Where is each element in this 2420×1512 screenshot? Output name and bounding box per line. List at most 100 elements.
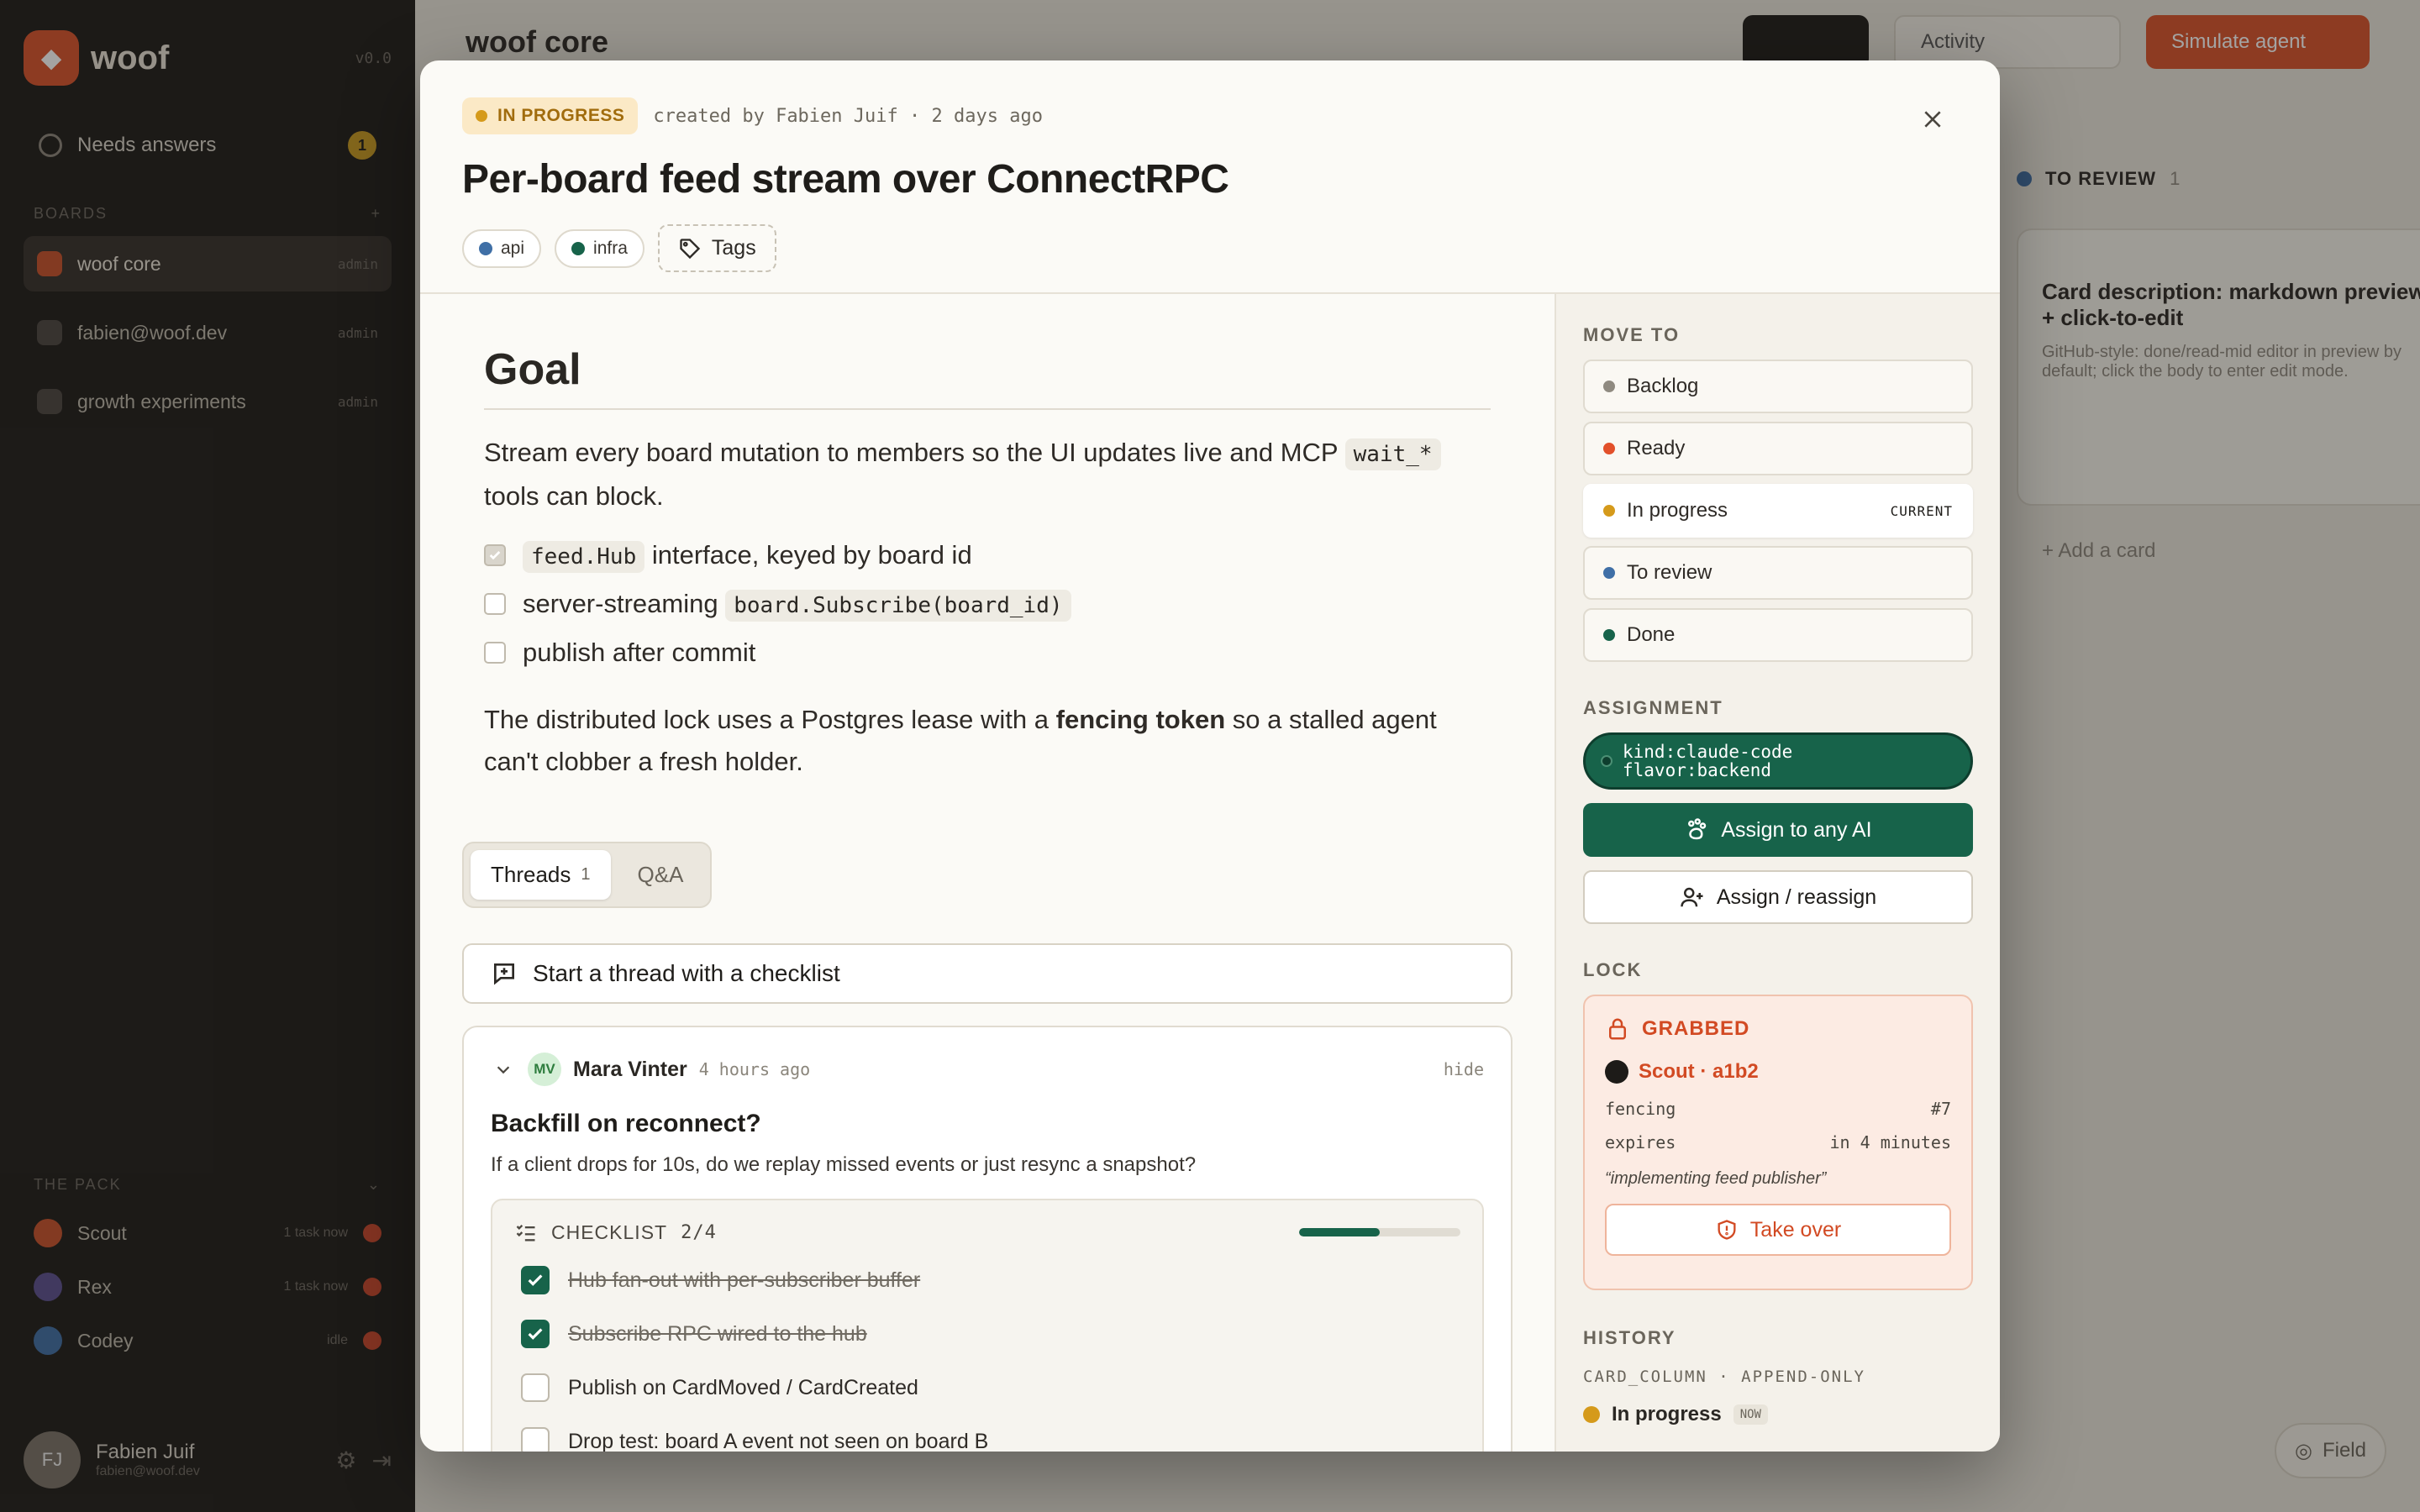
- task-text: server-streaming board.Subscribe(board_i…: [523, 589, 1071, 622]
- lock-holder: Scout · a1b2: [1605, 1060, 1951, 1084]
- fencing-row: fencing #7: [1605, 1099, 1951, 1119]
- move-to-label: MOVE TO: [1583, 324, 1681, 345]
- checklist: CHECKLIST 2/4 Hub fan-out with per-subsc…: [491, 1199, 1484, 1452]
- task-text: feed.Hub interface, keyed by board id: [523, 540, 972, 573]
- check-icon: [489, 551, 501, 560]
- checklist-item-text: Publish on CardMoved / CardCreated: [568, 1375, 918, 1399]
- card-title[interactable]: Per-board feed stream over ConnectRPC: [462, 156, 1958, 202]
- fencing-label: fencing: [1605, 1099, 1676, 1119]
- column-dot: [1603, 443, 1615, 454]
- checklist-item[interactable]: Drop test: board A event not seen on boa…: [514, 1424, 1460, 1452]
- inline-code: wait_*: [1344, 438, 1441, 470]
- goal-heading: Goal: [484, 344, 1491, 410]
- bold-text: fencing token: [1055, 705, 1226, 734]
- tab-count: 1: [581, 865, 591, 884]
- move-to-backlog[interactable]: Backlog: [1583, 360, 1973, 413]
- move-to-done[interactable]: Done: [1583, 608, 1973, 662]
- goal-text: tools can block.: [484, 481, 664, 511]
- tab-threads[interactable]: Threads 1: [471, 850, 611, 900]
- task-checkbox[interactable]: [484, 593, 506, 615]
- tag-dot: [479, 241, 492, 255]
- move-to-in-progress[interactable]: In progress CURRENT: [1583, 484, 1973, 538]
- task-label: interface, keyed by board id: [644, 540, 972, 570]
- check-icon: [528, 1328, 543, 1340]
- column-dot: [1603, 629, 1615, 641]
- column-label: In progress: [1627, 499, 1728, 522]
- task-item: server-streaming board.Subscribe(board_i…: [484, 580, 1512, 628]
- card-detail-modal: IN PROGRESS created by Fabien Juif · 2 d…: [420, 60, 2000, 1452]
- checklist-label: CHECKLIST: [551, 1221, 668, 1243]
- goal-text: Stream every board mutation to members s…: [484, 438, 1345, 467]
- card-content: Goal Stream every board mutation to memb…: [420, 294, 1555, 1452]
- task-item: publish after commit: [484, 628, 1512, 677]
- checklist-checkbox[interactable]: [521, 1373, 550, 1402]
- start-thread-button[interactable]: Start a thread with a checklist: [462, 943, 1512, 1004]
- created-by: created by Fabien Juif · 2 days ago: [653, 105, 1043, 127]
- tab-qa[interactable]: Q&A: [618, 850, 704, 900]
- assignment-selector: kind:claude-code flavor:backend: [1623, 743, 1792, 780]
- history-entry-label: In progress: [1612, 1403, 1722, 1425]
- history-entry: In progress NOW: [1583, 1403, 1973, 1426]
- task-list: feed.Hub interface, keyed by board id se…: [484, 531, 1512, 677]
- tag-api[interactable]: api: [462, 228, 542, 268]
- tags-button[interactable]: Tags: [657, 224, 776, 272]
- assign-reassign-label: Assign / reassign: [1716, 885, 1877, 909]
- checklist-item-text: Hub fan-out with per-subscriber buffer: [568, 1268, 921, 1292]
- user-plus-icon: [1681, 887, 1703, 907]
- assignment-chip[interactable]: kind:claude-code flavor:backend: [1583, 732, 1973, 790]
- lock-card: GRABBED Scout · a1b2 fencing #7 expires …: [1583, 995, 1973, 1290]
- collapse-thread-button[interactable]: [491, 1057, 516, 1082]
- checklist-item[interactable]: Hub fan-out with per-subscriber buffer: [514, 1263, 1460, 1298]
- move-to-list: Backlog Ready In progress CURRENT To rev…: [1583, 360, 1973, 662]
- tags-button-label: Tags: [711, 236, 756, 260]
- task-item: feed.Hub interface, keyed by board id: [484, 531, 1512, 580]
- thread-question: If a client drops for 10s, do we replay …: [491, 1153, 1197, 1176]
- move-to-to-review[interactable]: To review: [1583, 546, 1973, 600]
- checklist-checkbox[interactable]: [521, 1427, 550, 1452]
- avatar: MV: [528, 1053, 561, 1086]
- avatar: [1605, 1060, 1628, 1084]
- shield-alert-icon: [1718, 1220, 1736, 1240]
- status-label: IN PROGRESS: [497, 106, 625, 125]
- assignment-flavor: flavor:backend: [1623, 760, 1772, 780]
- close-button[interactable]: [1907, 94, 1958, 144]
- checklist-count: 2/4: [681, 1221, 717, 1243]
- column-dot: [1603, 567, 1615, 579]
- fencing-value: #7: [1930, 1099, 1951, 1119]
- hide-thread-button[interactable]: hide: [1444, 1059, 1484, 1079]
- checklist-item-text: Subscribe RPC wired to the hub: [568, 1321, 867, 1346]
- column-dot: [1603, 505, 1615, 517]
- tag-infra[interactable]: infra: [555, 228, 644, 268]
- status-row: IN PROGRESS created by Fabien Juif · 2 d…: [462, 97, 1958, 134]
- thread-author: Mara Vinter: [573, 1057, 687, 1081]
- column-label: To review: [1627, 561, 1712, 584]
- tag-dot: [571, 241, 586, 255]
- checklist-icon: [516, 1225, 535, 1242]
- assign-any-ai-label: Assign to any AI: [1721, 817, 1872, 842]
- take-over-button[interactable]: Take over: [1605, 1204, 1951, 1256]
- tag-label: api: [501, 238, 525, 258]
- checklist-item[interactable]: Subscribe RPC wired to the hub: [514, 1316, 1460, 1352]
- checklist-header: CHECKLIST 2/4: [514, 1221, 1460, 1244]
- expires-value: in 4 minutes: [1829, 1132, 1952, 1152]
- goal-paragraph-2[interactable]: The distributed lock uses a Postgres lea…: [484, 699, 1491, 783]
- take-over-label: Take over: [1749, 1217, 1842, 1242]
- checklist-checkbox[interactable]: [521, 1266, 550, 1294]
- lock-state: GRABBED: [1642, 1017, 1750, 1040]
- history-dot: [1583, 1406, 1600, 1423]
- task-label: publish after commit: [523, 638, 756, 667]
- expires-row: expires in 4 minutes: [1605, 1132, 1951, 1152]
- move-to-ready[interactable]: Ready: [1583, 422, 1973, 475]
- chevron-down-icon: [497, 1066, 510, 1074]
- task-checkbox[interactable]: [484, 544, 506, 566]
- task-checkbox[interactable]: [484, 642, 506, 664]
- checklist-progress-fill: [1299, 1228, 1380, 1236]
- assign-reassign-button[interactable]: Assign / reassign: [1583, 870, 1973, 924]
- goal-paragraph-1[interactable]: Stream every board mutation to members s…: [484, 432, 1491, 517]
- check-icon: [528, 1274, 543, 1286]
- history-label: HISTORY: [1583, 1327, 1676, 1348]
- assign-any-ai-button[interactable]: Assign to any AI: [1583, 803, 1973, 857]
- checklist-checkbox[interactable]: [521, 1320, 550, 1348]
- checklist-item[interactable]: Publish on CardMoved / CardCreated: [514, 1370, 1460, 1405]
- start-thread-label: Start a thread with a checklist: [533, 960, 840, 986]
